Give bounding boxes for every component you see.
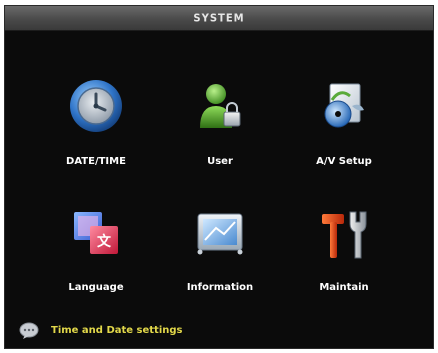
- information-icon: [197, 213, 243, 255]
- window-title: SYSTEM: [193, 11, 245, 25]
- clock-icon: [70, 80, 122, 132]
- menu-item-date-time[interactable]: DATE/TIME: [41, 70, 151, 180]
- av-setup-icon: [324, 83, 364, 128]
- system-menu-window: SYSTEM DATE/TIME User A/V Setup 文 Langua…: [4, 5, 434, 349]
- menu-item-language[interactable]: 文 Language: [41, 198, 151, 308]
- menu-item-av-setup[interactable]: A/V Setup: [289, 70, 399, 180]
- user-icon: [200, 84, 241, 128]
- status-text: Time and Date settings: [51, 325, 183, 336]
- maintain-icon: [322, 211, 367, 259]
- menu-item-label: Language: [68, 282, 124, 293]
- menu-item-label: User: [207, 156, 233, 167]
- menu-item-label: DATE/TIME: [66, 156, 126, 167]
- svg-text:文: 文: [97, 233, 112, 250]
- menu-item-label: Maintain: [319, 282, 369, 293]
- menu-item-maintain[interactable]: Maintain: [289, 198, 399, 308]
- chat-bubble-icon: [19, 322, 39, 339]
- title-bar: SYSTEM: [5, 6, 433, 31]
- menu-item-label: Information: [186, 282, 254, 293]
- menu-item-user[interactable]: User: [165, 70, 275, 180]
- menu-item-label: A/V Setup: [316, 156, 372, 167]
- language-icon: 文: [74, 212, 118, 254]
- menu-item-information[interactable]: Information: [165, 198, 275, 308]
